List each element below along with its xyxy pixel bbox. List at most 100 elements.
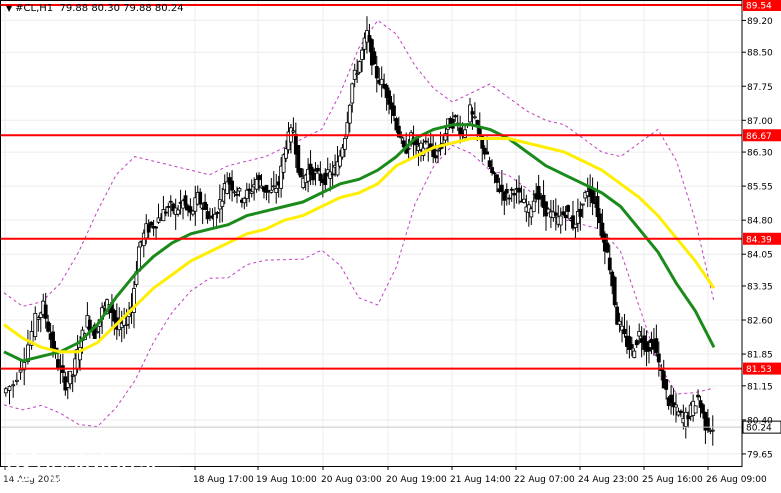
candle-body <box>701 404 705 414</box>
candle-body <box>254 178 259 190</box>
y-tick-label: 80.40 <box>747 416 773 426</box>
x-tick-label: 20 Aug 19:00 <box>386 475 447 485</box>
candle-body <box>674 404 678 408</box>
candle-body <box>696 394 700 398</box>
candle-body <box>710 429 715 432</box>
candle-body <box>68 370 73 385</box>
candle-body <box>399 136 404 139</box>
x-tick-label: 24 Aug 23:00 <box>578 475 639 485</box>
candle-body <box>492 172 497 175</box>
candle-body <box>561 211 566 215</box>
candle-body <box>249 191 254 194</box>
candle-body <box>578 208 583 217</box>
candle-body <box>485 151 490 155</box>
candle-body <box>656 353 661 363</box>
candle-body <box>149 221 154 226</box>
candle-body <box>215 212 220 214</box>
candle-body <box>247 188 252 191</box>
candle-body <box>235 194 239 196</box>
candle-body <box>387 90 391 105</box>
candle-body <box>637 331 642 337</box>
dropdown-triangle-icon[interactable]: ▼ <box>6 4 12 13</box>
y-tick-label: 79.65 <box>747 450 773 460</box>
candle-body <box>274 188 279 193</box>
candle-body <box>342 138 347 150</box>
candle-body <box>338 155 342 167</box>
symbol-label: #CL,H1 <box>15 3 54 14</box>
candle-body <box>664 379 669 390</box>
candle-body <box>622 328 627 335</box>
level-label: 81.53 <box>746 365 772 375</box>
y-tick-label: 83.35 <box>747 282 773 292</box>
candle-body <box>316 167 320 172</box>
candle-body <box>311 168 315 181</box>
level-label: 86.67 <box>746 132 772 142</box>
candle-body <box>669 394 673 404</box>
candle-body <box>504 188 509 194</box>
x-tick-label: 22 Aug 07:00 <box>514 475 575 485</box>
x-tick-label: 25 Aug 16:00 <box>642 475 703 485</box>
candle-body <box>18 369 23 373</box>
candle-body <box>522 198 526 203</box>
candle-body <box>136 246 141 272</box>
candle-body <box>374 66 379 79</box>
candle-body <box>345 122 350 137</box>
candle-body <box>495 174 499 183</box>
candle-body <box>271 185 276 188</box>
candle-body <box>168 200 173 203</box>
candle-body <box>705 417 710 431</box>
y-tick-label: 84.05 <box>747 251 773 261</box>
candle-body <box>507 197 512 200</box>
y-tick-label: 82.60 <box>747 317 773 327</box>
logo-mark-icon <box>7 448 41 482</box>
candle-body <box>357 61 362 73</box>
candle-body <box>563 214 568 219</box>
candle-body <box>553 212 558 216</box>
y-tick-label: 86.30 <box>747 149 773 159</box>
candle-body <box>372 51 377 65</box>
candle-body <box>313 170 318 174</box>
candle-body <box>683 411 688 427</box>
candle-body <box>647 347 651 352</box>
candle-body <box>163 211 168 214</box>
candle-body <box>95 331 100 334</box>
candle-body <box>176 209 181 215</box>
candle-body <box>244 189 249 199</box>
candle-body <box>220 200 225 207</box>
candle-body <box>634 340 639 346</box>
candle-body <box>433 155 438 159</box>
candle-body <box>11 384 16 387</box>
y-tick-label: 87.75 <box>747 83 773 93</box>
y-tick-label: 87.00 <box>747 117 773 127</box>
level-label: 89.54 <box>746 2 772 12</box>
candle-body <box>360 49 364 60</box>
candle-body <box>617 320 622 325</box>
candle-body <box>379 78 384 86</box>
y-tick-label: 81.85 <box>747 351 773 361</box>
candle-body <box>590 189 595 204</box>
x-tick-label: 18 Aug 17:00 <box>193 475 254 485</box>
candle-body <box>7 386 12 391</box>
candle-body <box>678 410 683 413</box>
candle-body <box>632 350 637 358</box>
candle-body <box>654 338 659 354</box>
candle-body <box>3 388 8 394</box>
candle-body <box>46 321 51 332</box>
candle-body <box>512 193 517 196</box>
candle-body <box>198 191 203 205</box>
y-tick-label: 88.50 <box>747 49 773 59</box>
candle-body <box>470 111 475 115</box>
candle-body <box>531 200 536 213</box>
candle-body <box>298 168 303 178</box>
candle-body <box>183 195 188 206</box>
candle-body <box>499 184 504 192</box>
candle-body <box>213 213 217 228</box>
candle-body <box>423 140 428 143</box>
x-tick-label: 19 Aug 10:00 <box>256 475 317 485</box>
level-label: 84.39 <box>746 235 772 245</box>
candle-body <box>36 317 41 320</box>
candle-body <box>350 83 355 104</box>
candle-body <box>242 197 247 204</box>
candle-body <box>166 205 171 208</box>
instaforex-logo: instaforex Instant Forex Trading <box>3 444 180 486</box>
